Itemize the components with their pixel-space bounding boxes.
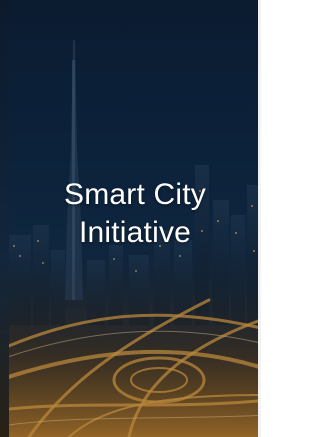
app-screen: Smart City Initiative bbox=[0, 0, 261, 437]
left-edge-strip bbox=[0, 0, 9, 437]
hero-title-line-2: Initiative bbox=[78, 216, 192, 249]
hero-title: Smart City Initiative bbox=[9, 176, 261, 252]
hero-title-line-1: Smart City bbox=[63, 178, 206, 211]
